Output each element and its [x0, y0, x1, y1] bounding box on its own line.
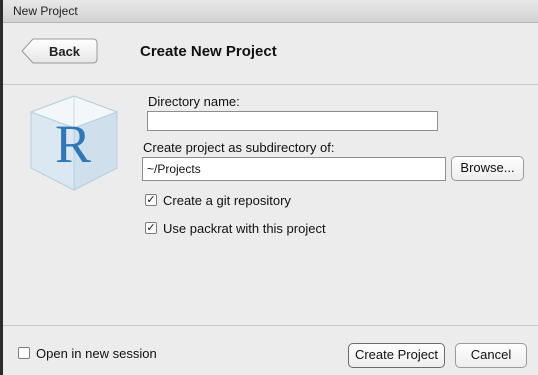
packrat-option[interactable]: ✓ Use packrat with this project [145, 221, 385, 237]
page-title: Create New Project [140, 43, 277, 60]
title-bar: New Project [3, 0, 538, 23]
directory-name-input[interactable] [147, 111, 438, 131]
open-new-session-label: Open in new session [36, 346, 157, 361]
footer-divider [3, 325, 538, 326]
directory-name-label: Directory name: [148, 94, 240, 109]
new-project-dialog: New Project Back Create New Project R Di… [0, 0, 538, 375]
packrat-checkbox[interactable]: ✓ [145, 222, 157, 234]
back-button[interactable]: Back [21, 38, 98, 64]
git-repo-option[interactable]: ✓ Create a git repository [145, 193, 365, 209]
git-repo-label: Create a git repository [163, 193, 291, 208]
subdirectory-label: Create project as subdirectory of: [143, 140, 335, 155]
header-divider [3, 84, 538, 85]
create-project-button[interactable]: Create Project [348, 343, 445, 368]
svg-text:R: R [55, 114, 91, 174]
open-new-session-option[interactable]: Open in new session [18, 346, 198, 362]
browse-button[interactable]: Browse... [451, 156, 524, 181]
cancel-button[interactable]: Cancel [455, 343, 527, 368]
git-repo-checkbox[interactable]: ✓ [145, 194, 157, 206]
packrat-label: Use packrat with this project [163, 221, 326, 236]
window-title: New Project [13, 4, 78, 18]
subdirectory-input[interactable] [142, 157, 446, 181]
back-button-label: Back [48, 44, 81, 59]
r-cube-logo-icon: R [19, 90, 129, 200]
open-new-session-checkbox[interactable] [18, 347, 30, 359]
